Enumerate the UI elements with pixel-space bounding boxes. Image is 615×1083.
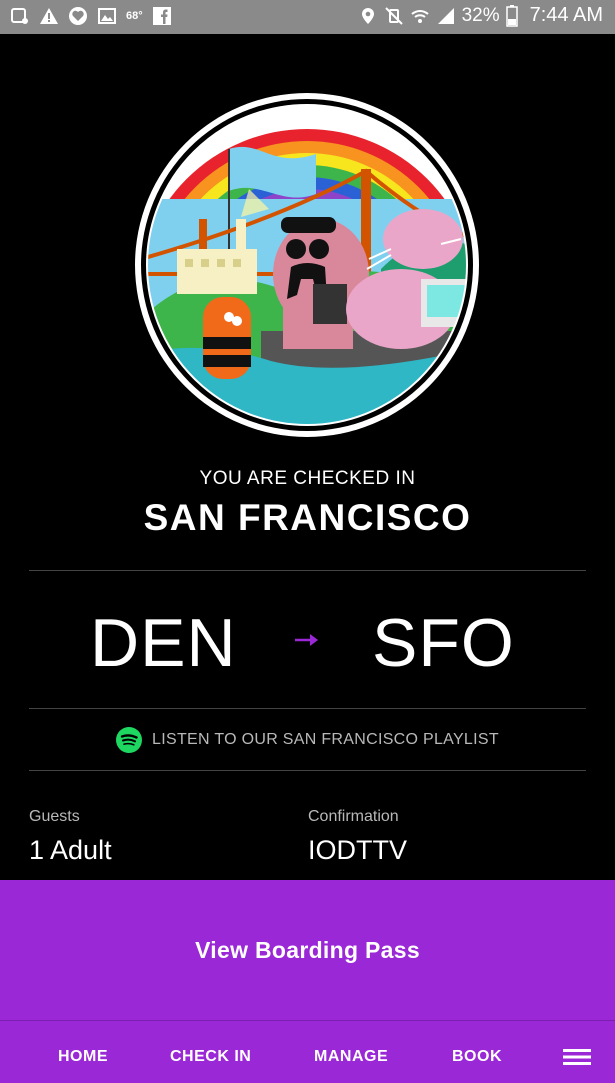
view-boarding-pass-button[interactable]: View Boarding Pass	[0, 880, 615, 1020]
heart-app-icon	[69, 7, 87, 25]
clock-time: 7:44 AM	[529, 4, 603, 26]
confirmation-code: IODTTV	[308, 835, 407, 865]
destination-city-title: SAN FRANCISCO	[143, 497, 472, 538]
confirmation-label: Confirmation	[308, 808, 399, 825]
origin-airport-code: DEN	[90, 605, 237, 681]
hamburger-menu-icon[interactable]	[563, 1049, 591, 1065]
nav-home[interactable]: HOME	[58, 1048, 108, 1066]
spotify-icon	[116, 727, 143, 753]
flight-route: DEN SFO	[0, 604, 615, 684]
divider	[29, 770, 586, 771]
route-arrow-icon	[295, 634, 318, 646]
location-icon	[361, 7, 374, 24]
mute-icon	[384, 6, 403, 25]
nav-manage[interactable]: MANAGE	[314, 1048, 388, 1066]
bottom-navigation: HOME CHECK IN MANAGE BOOK	[0, 1020, 615, 1083]
signal-icon	[437, 7, 454, 24]
wifi-icon	[410, 9, 429, 23]
destination-airport-code: SFO	[372, 605, 515, 681]
guests-label: Guests	[29, 808, 80, 825]
san-francisco-illustration-icon	[141, 99, 473, 431]
playlist-label: LISTEN TO OUR SAN FRANCISCO PLAYLIST	[152, 731, 499, 748]
nav-check-in[interactable]: CHECK IN	[170, 1048, 251, 1066]
image-icon	[98, 8, 116, 24]
checkin-status-label: YOU ARE CHECKED IN	[199, 468, 416, 489]
warning-icon	[40, 8, 58, 24]
facebook-icon	[152, 7, 171, 25]
guests-value: 1 Adult	[29, 835, 112, 865]
status-bar: 68° 32% 7:44 AM	[0, 0, 615, 34]
battery-icon	[505, 4, 518, 27]
spotify-playlist-link[interactable]: LISTEN TO OUR SAN FRANCISCO PLAYLIST	[0, 727, 615, 753]
nav-book[interactable]: BOOK	[452, 1048, 502, 1066]
destination-badge	[135, 93, 479, 437]
divider	[29, 708, 586, 709]
divider	[29, 570, 586, 571]
battery-percent: 32%	[461, 4, 500, 26]
notification-icon	[11, 8, 28, 24]
temperature-text: 68°	[126, 10, 143, 22]
